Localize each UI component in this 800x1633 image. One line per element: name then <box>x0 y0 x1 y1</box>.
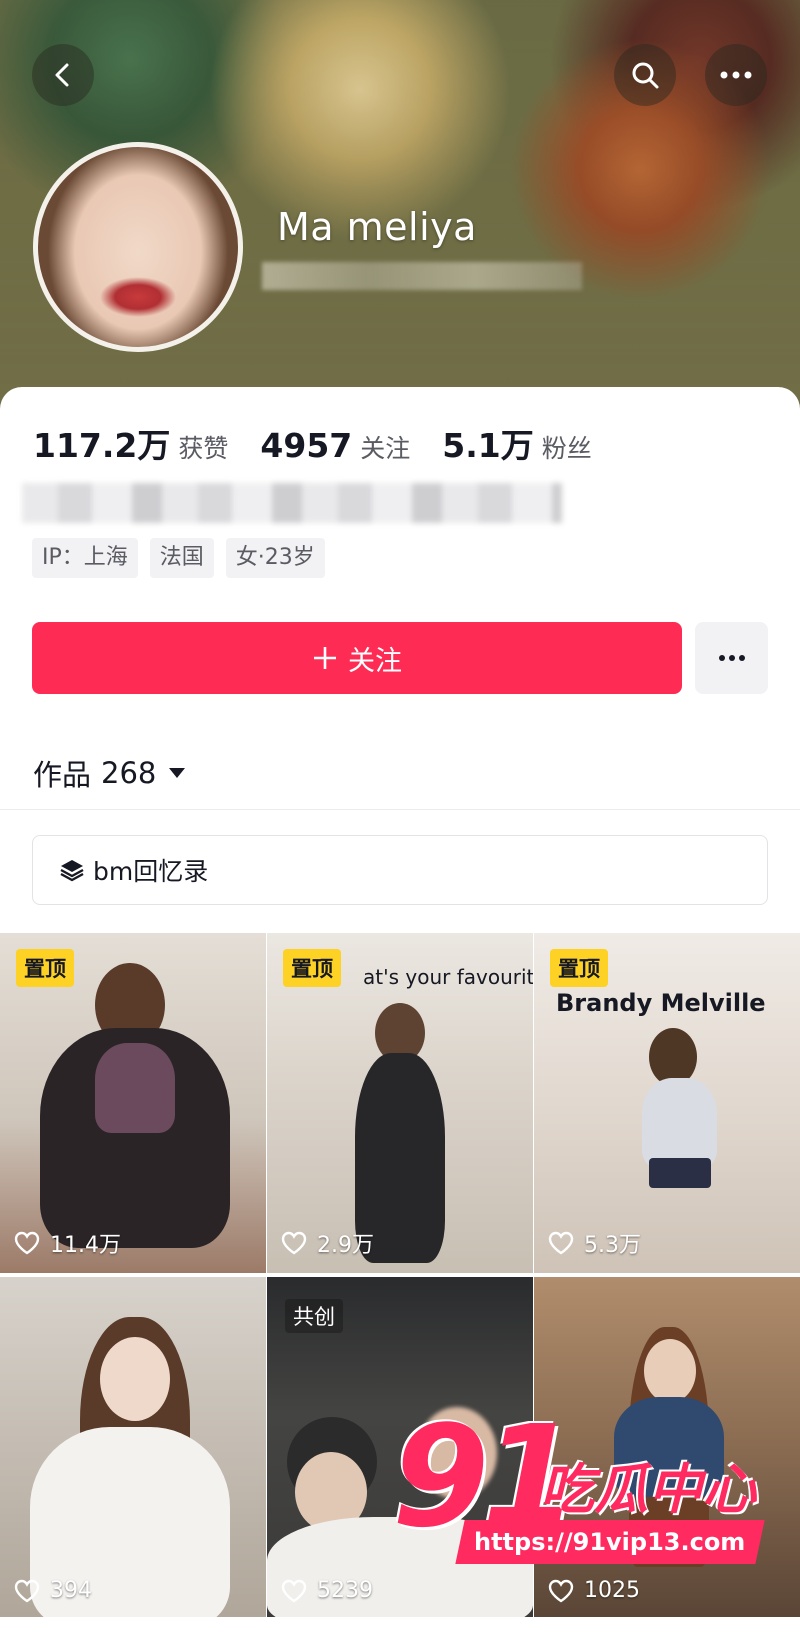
following-count[interactable]: 4957 <box>260 426 352 465</box>
like-count: 11.4万 <box>14 1227 121 1259</box>
follow-button[interactable]: 关注 <box>32 622 682 694</box>
thumbnail-shirt <box>95 1043 175 1133</box>
watermark-text: 吃瓜中心 <box>540 1458 756 1521</box>
watermark-url-text: https://91vip13.com <box>474 1528 746 1556</box>
profile-tags: IP：上海 法国 女·23岁 <box>32 538 325 578</box>
pinned-badge: 置顶 <box>16 949 74 987</box>
followers-count[interactable]: 5.1万 <box>442 419 533 467</box>
co-create-badge: 共创 <box>285 1299 343 1333</box>
account-id-blurred <box>262 262 582 290</box>
pinned-badge: 置顶 <box>550 949 608 987</box>
search-icon <box>632 62 659 89</box>
follow-label: 关注 <box>348 645 402 677</box>
video-overlay-text: Brandy Melville <box>556 989 766 1017</box>
like-count: 2.9万 <box>281 1227 374 1259</box>
video-tile[interactable]: Brandy Melville 置顶 5.3万 <box>534 933 800 1273</box>
following-label[interactable]: 关注 <box>360 429 410 465</box>
pinned-badge: 置顶 <box>283 949 341 987</box>
heart-outline-icon <box>281 1579 307 1602</box>
like-count: 5239 <box>281 1578 373 1603</box>
heart-outline-icon <box>281 1231 307 1255</box>
ip-location-tag: IP：上海 <box>32 538 138 578</box>
back-button[interactable] <box>32 44 94 106</box>
video-tile[interactable]: at's your favourite? 置顶 2.9万 <box>267 933 533 1273</box>
more-options-button[interactable] <box>705 44 767 106</box>
like-count-value: 1025 <box>584 1578 640 1603</box>
divider <box>0 809 800 810</box>
search-button[interactable] <box>614 44 676 106</box>
like-count-value: 5239 <box>317 1578 373 1603</box>
heart-outline-icon <box>14 1579 40 1602</box>
likes-count: 117.2万 <box>33 426 171 465</box>
like-count-value: 5.3万 <box>584 1233 641 1258</box>
video-overlay-text: at's your favourite? <box>363 965 533 989</box>
video-tile[interactable]: 394 <box>0 1277 266 1617</box>
heart-outline-icon <box>548 1579 574 1602</box>
layers-icon <box>59 858 85 882</box>
country-tag: 法国 <box>149 538 214 578</box>
like-count: 394 <box>14 1578 92 1603</box>
thumbnail-face <box>644 1339 696 1403</box>
thumbnail-face <box>100 1337 170 1421</box>
plus-icon <box>314 647 336 669</box>
collection-label: bm回忆录 <box>93 857 209 886</box>
like-count-value: 11.4万 <box>50 1233 121 1258</box>
bio-blurred <box>22 483 562 523</box>
collection-button[interactable]: bm回忆录 <box>32 835 768 905</box>
more-horizontal-icon <box>720 71 752 79</box>
caret-down-icon <box>169 768 186 778</box>
username: Ma meliya <box>277 205 477 249</box>
heart-outline-icon <box>548 1231 574 1255</box>
follow-more-button[interactable] <box>695 622 768 694</box>
heart-outline-icon <box>14 1231 40 1255</box>
like-count-value: 2.9万 <box>317 1233 374 1258</box>
video-tile[interactable]: 置顶 11.4万 <box>0 933 266 1273</box>
thumbnail-skirt <box>649 1158 711 1188</box>
thumbnail-figure-body <box>642 1078 717 1168</box>
avatar[interactable] <box>33 142 243 352</box>
tab-works[interactable]: 作品 268 <box>33 752 186 794</box>
like-count: 1025 <box>548 1578 640 1603</box>
stats-row: 117.2万 获赞 4957 关注 5.1万 粉丝 <box>33 419 624 467</box>
chevron-left-icon <box>55 63 69 87</box>
watermark-url: https://91vip13.com <box>455 1520 765 1564</box>
works-count: 268 <box>101 756 157 790</box>
like-count: 5.3万 <box>548 1227 641 1259</box>
works-label: 作品 <box>33 758 92 792</box>
gender-age-tag: 女·23岁 <box>225 538 325 578</box>
more-horizontal-icon <box>718 655 745 661</box>
followers-label[interactable]: 粉丝 <box>542 429 592 465</box>
like-count-value: 394 <box>50 1578 92 1603</box>
likes-label: 获赞 <box>178 434 229 463</box>
